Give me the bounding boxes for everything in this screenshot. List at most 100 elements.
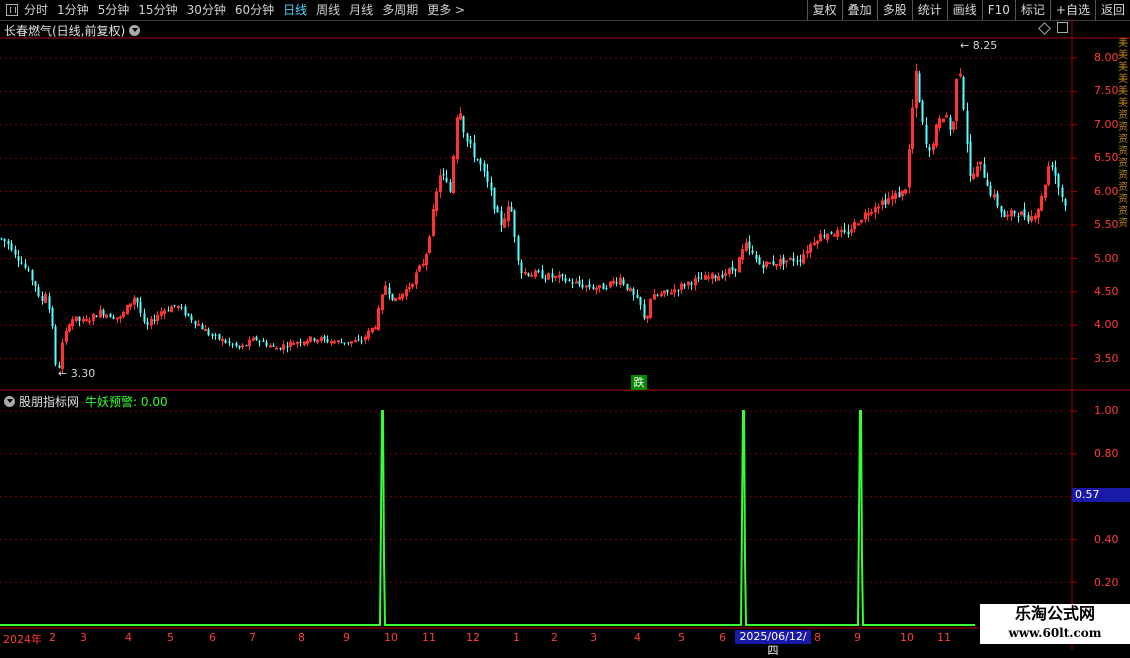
candle-body	[643, 304, 646, 319]
candle-body	[847, 231, 850, 235]
candle-body	[340, 342, 343, 344]
panel-corner-icons	[1038, 22, 1068, 35]
candle-body	[830, 231, 833, 234]
candle-body	[575, 281, 578, 284]
candle-body	[343, 342, 346, 344]
candle-body	[541, 270, 544, 279]
sub-y-tick: 1.00	[1094, 404, 1119, 417]
candle-body	[201, 324, 204, 330]
x-tick: 6	[719, 631, 726, 644]
candle-body	[568, 279, 571, 281]
window-icon[interactable]	[1057, 22, 1068, 33]
candle-body	[51, 307, 54, 327]
candle-body	[551, 273, 554, 278]
candle-body	[445, 177, 448, 182]
sub-y-tick: 0.80	[1094, 447, 1119, 460]
candle-body	[1006, 214, 1009, 217]
sub-y-tick: 0.20	[1094, 576, 1119, 589]
candle-body	[34, 281, 37, 287]
indicator-value: 牛妖预警: 0.00	[85, 395, 168, 409]
x-tick: 11	[937, 631, 951, 644]
candle-body	[337, 340, 340, 343]
drop-signal-label: 跌	[631, 375, 647, 390]
y-tick: 6.50	[1094, 151, 1119, 164]
y-tick: 7.00	[1094, 118, 1119, 131]
candle-body	[479, 159, 482, 165]
candle-body	[496, 206, 499, 213]
candle-body	[833, 234, 836, 237]
candle-body	[870, 211, 873, 214]
candle-body	[966, 110, 969, 145]
candle-body	[544, 278, 547, 280]
candle-body	[513, 210, 516, 238]
candle-body	[119, 316, 122, 319]
candle-body	[585, 285, 588, 288]
candle-body	[1003, 211, 1006, 218]
candle-body	[391, 293, 394, 301]
candle-body	[180, 307, 183, 309]
candle-body	[167, 310, 170, 312]
candle-body	[48, 296, 51, 310]
candle-body	[173, 305, 176, 307]
candle-body	[656, 294, 659, 296]
candle-body	[262, 340, 265, 342]
candle-body	[493, 187, 496, 210]
candle-body	[357, 339, 360, 341]
candle-body	[313, 338, 316, 341]
candle-body	[146, 321, 149, 325]
candle-body	[112, 316, 115, 319]
candle-body	[1013, 211, 1016, 214]
candle-body	[1057, 174, 1060, 188]
candle-body	[265, 341, 268, 347]
chevron-down-icon[interactable]	[4, 396, 15, 407]
candle-body	[323, 336, 326, 340]
candle-body	[490, 182, 493, 191]
candle-body	[255, 336, 258, 340]
candle-body	[918, 73, 921, 102]
chevron-down-icon[interactable]	[129, 25, 141, 36]
candle-body	[986, 180, 989, 187]
candle-body	[1027, 215, 1030, 222]
candle-body	[796, 260, 799, 262]
candle-body	[17, 256, 20, 261]
candle-body	[473, 142, 476, 158]
right-info-strip: 美美美美美美资资资资资资资资资资	[1118, 38, 1128, 229]
x-tick: 11	[422, 631, 436, 644]
stock-title: 长春燃气(日线,前复权)	[4, 24, 126, 38]
candle-body	[700, 278, 703, 280]
candle-body	[1051, 164, 1054, 168]
candle-body	[714, 275, 717, 279]
candle-body	[524, 271, 527, 274]
x-tick: 1	[513, 631, 520, 644]
candle-body	[78, 316, 81, 321]
candle-body	[884, 199, 887, 205]
candle-body	[898, 192, 901, 198]
candle-body	[299, 341, 302, 344]
candle-body	[95, 315, 98, 318]
x-tick: 2024年	[3, 633, 42, 646]
signal-line	[0, 410, 975, 626]
candle-body	[177, 306, 180, 309]
watermark-url: www.60lt.com	[1008, 626, 1102, 640]
candle-body	[1054, 167, 1057, 176]
candle-body	[520, 262, 523, 274]
candle-body	[762, 264, 765, 269]
candle-body	[330, 341, 333, 344]
candle-body	[632, 288, 635, 295]
candle-body	[500, 210, 503, 226]
diamond-icon[interactable]	[1038, 22, 1051, 35]
y-tick: 5.50	[1094, 218, 1119, 231]
candle-body	[408, 287, 411, 290]
candle-body	[88, 320, 91, 323]
kline-chart[interactable]	[0, 0, 1130, 650]
candle-body	[139, 301, 142, 314]
cursor-value-box: 0.57	[1072, 488, 1130, 502]
candle-body	[296, 341, 299, 344]
y-tick: 3.50	[1094, 352, 1119, 365]
indicator-source: 股朋指标网	[19, 395, 80, 409]
candle-body	[748, 241, 751, 249]
x-tick: 9	[343, 631, 350, 644]
candle-body	[184, 306, 187, 316]
high-price-label: ← 8.25	[960, 39, 998, 52]
x-tick: 2	[49, 631, 56, 644]
